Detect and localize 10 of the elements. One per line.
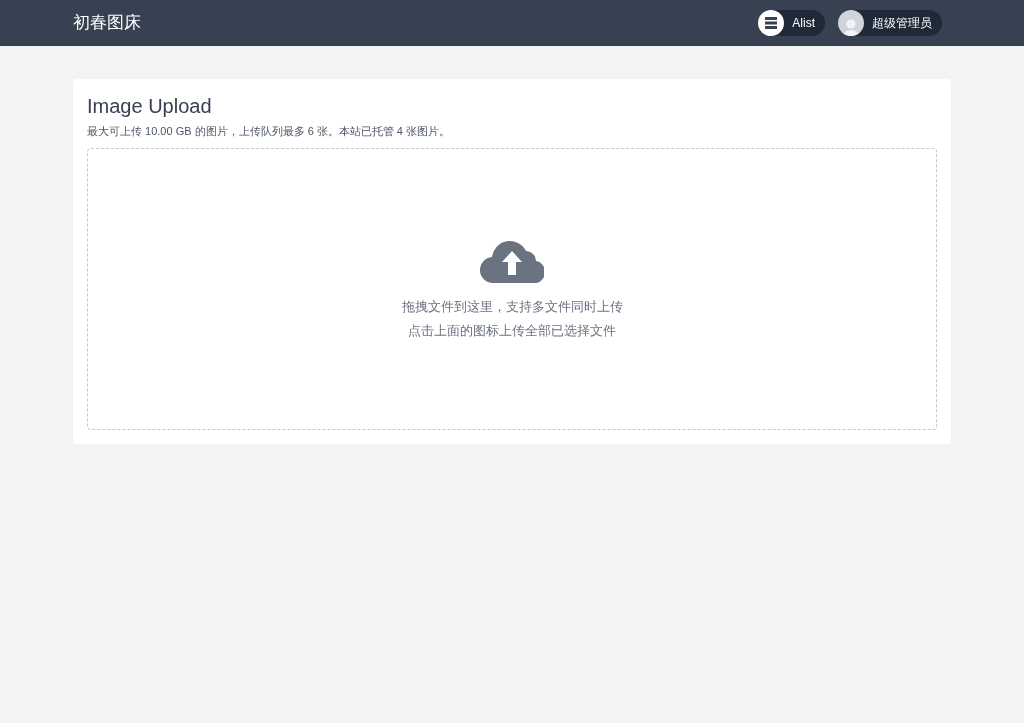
storage-link[interactable]: Alist <box>758 10 825 36</box>
avatar-icon <box>838 10 864 36</box>
site-title[interactable]: 初春图床 <box>73 10 141 36</box>
drop-hint: 拖拽文件到这里，支持多文件同时上传 <box>401 298 623 316</box>
page-title: Image Upload <box>87 94 213 119</box>
upload-info: 最大可上传 10.00 GB 的图片，上传队列最多 6 张。本站已托管 4 张图片。 <box>87 124 452 139</box>
server-icon <box>758 10 785 36</box>
drop-hint: 点击上面的图标上传全部已选择文件 <box>408 321 616 340</box>
drop-zone[interactable]: 拖拽文件到这里，支持多文件同时上传 点击上面的图标上传全部已选择文件 <box>87 147 937 430</box>
user-menu[interactable]: 超级管理员 <box>838 10 942 36</box>
